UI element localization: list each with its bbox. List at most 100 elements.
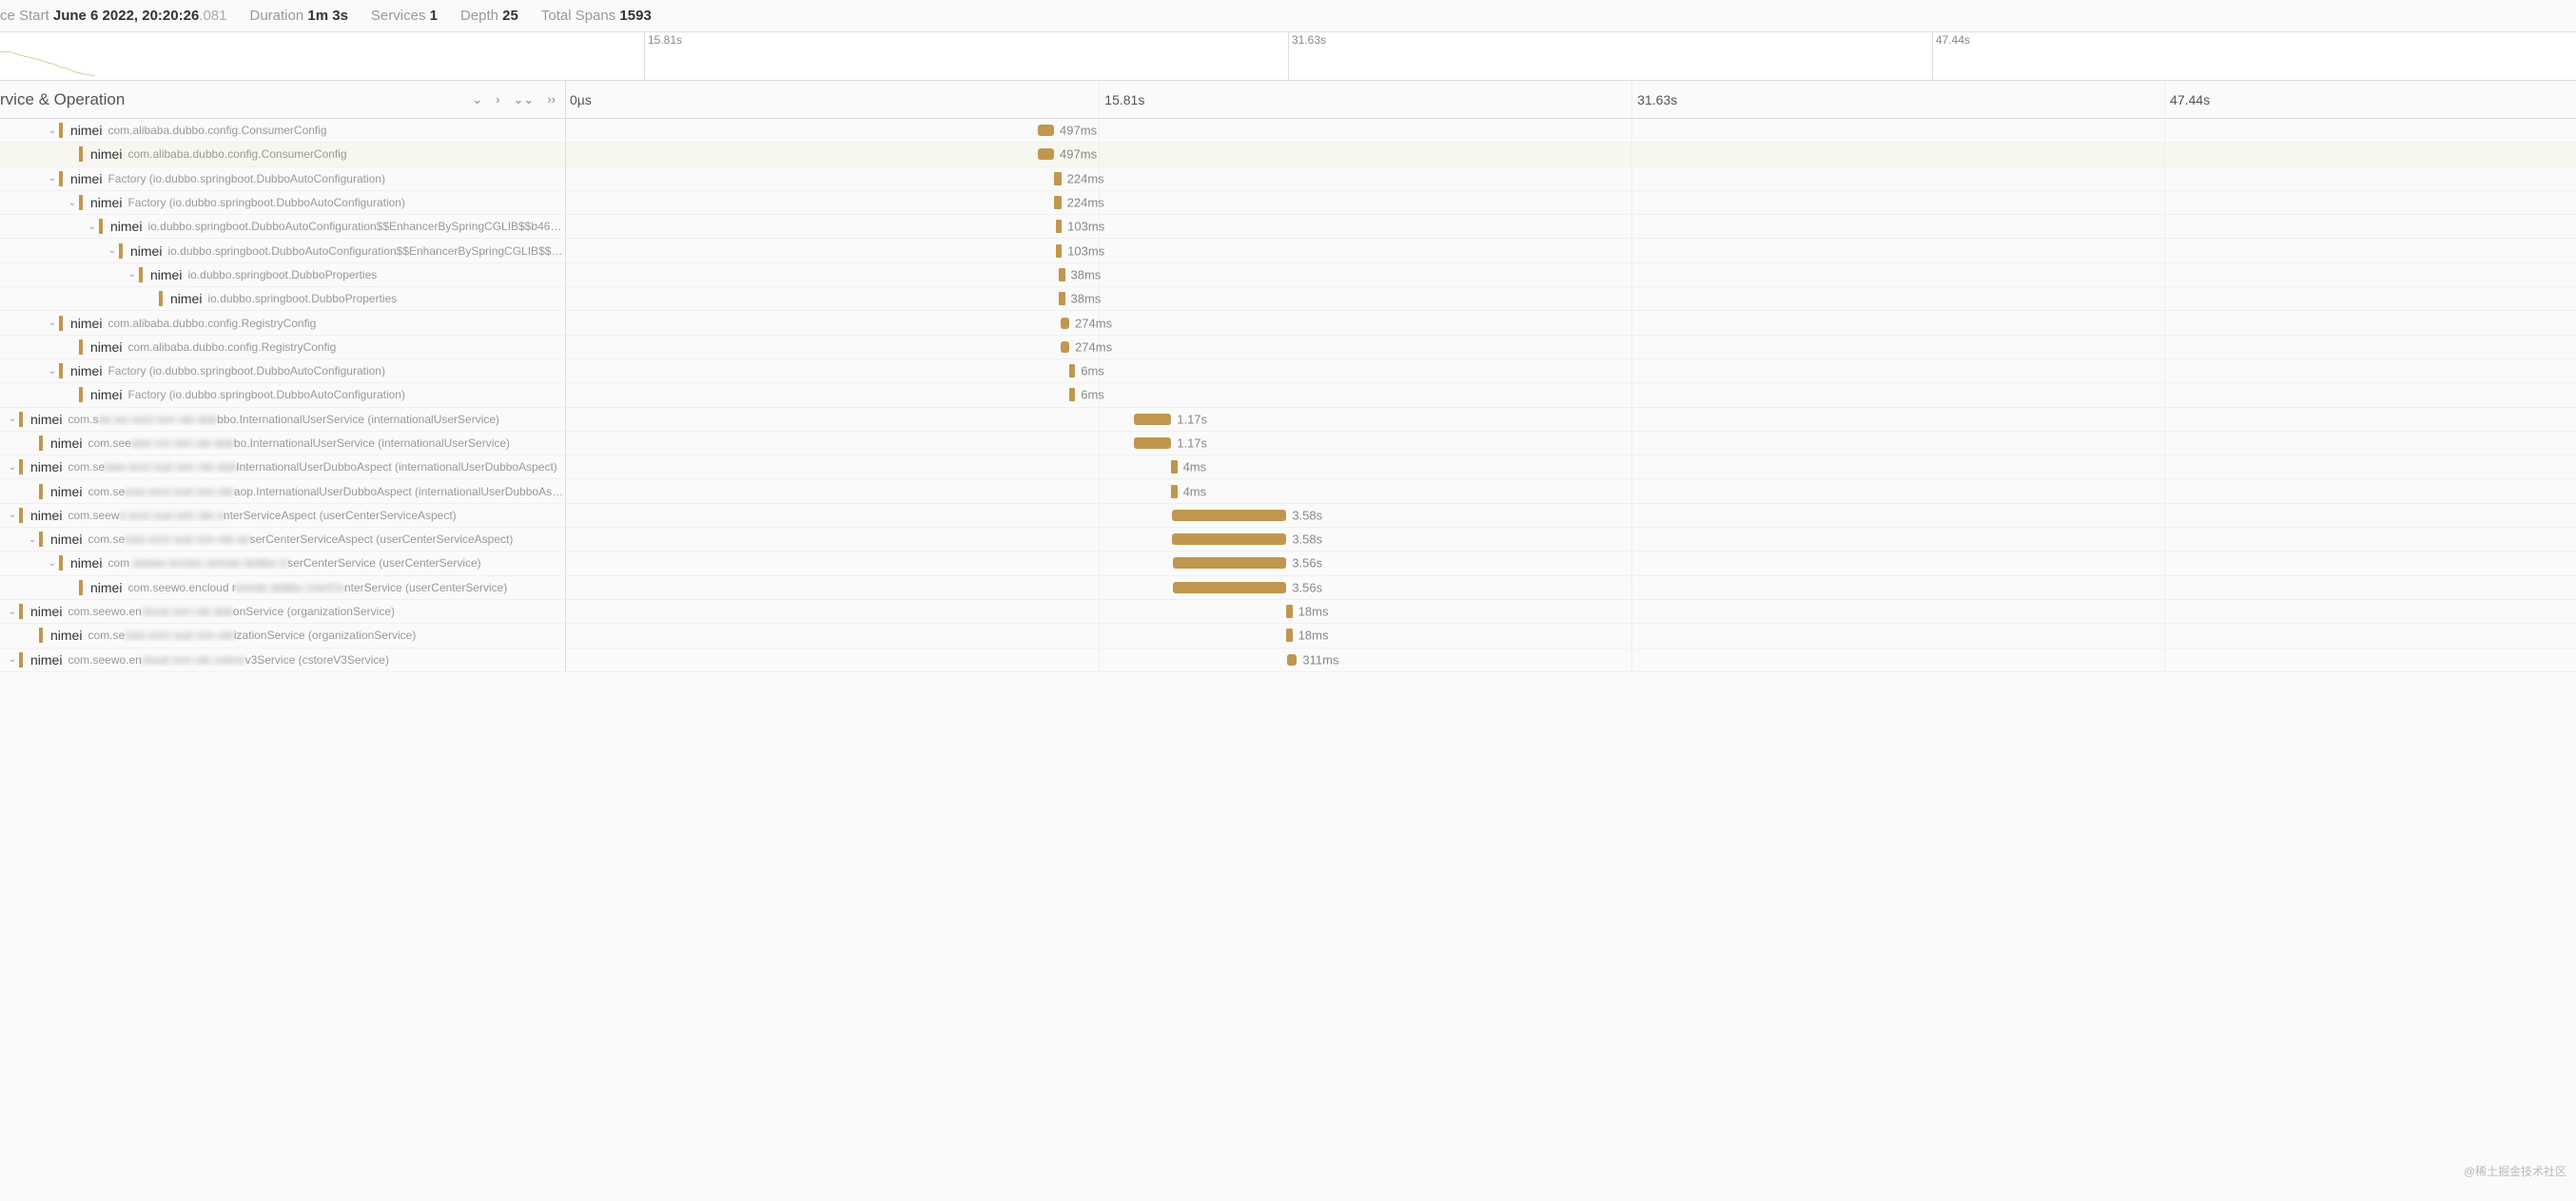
span-row[interactable]: ⌄nimeicom.see wo encl rem ote dubbbo.Int… xyxy=(0,408,2576,432)
span-bar[interactable] xyxy=(1171,460,1177,474)
span-bar[interactable] xyxy=(1069,364,1075,378)
chevron-down-icon[interactable]: ⌄ xyxy=(46,558,59,569)
span-bar[interactable] xyxy=(1061,341,1069,353)
operation-name: com.alibaba.dubbo.config.ConsumerConfig xyxy=(107,124,326,137)
minimap-tick: 15.81s xyxy=(644,32,682,80)
span-timeline-cell: 4ms xyxy=(566,455,2576,478)
span-bar[interactable] xyxy=(1056,220,1062,233)
tree-controls: ⌄ › ⌄⌄ ›› xyxy=(472,92,556,107)
span-bar[interactable] xyxy=(1173,582,1286,593)
chevron-down-icon[interactable]: ⌄ xyxy=(66,198,79,208)
span-duration-label: 38ms xyxy=(1071,292,1102,306)
chevron-down-icon[interactable]: ⌄ xyxy=(26,534,39,545)
span-bar[interactable] xyxy=(1287,654,1297,666)
chevron-down-icon[interactable]: ⌄ xyxy=(106,245,119,256)
trace-start-value: June 6 2022, 20:20:26 xyxy=(53,8,199,24)
span-row[interactable]: ⌄nimeicom.seewo encl oud rem ote aoserCe… xyxy=(0,528,2576,552)
span-row[interactable]: ⌄nimeicom.alibaba.dubbo.config.RegistryC… xyxy=(0,311,2576,335)
service-name: nimei xyxy=(30,652,62,668)
span-bar[interactable] xyxy=(1134,437,1171,449)
chevron-down-icon[interactable]: ⌄ xyxy=(6,510,19,520)
span-bar[interactable] xyxy=(1134,414,1171,425)
span-bar[interactable] xyxy=(1054,196,1062,209)
span-row[interactable]: nimeiFactory (io.dubbo.springboot.DubboA… xyxy=(0,383,2576,407)
operation-name: Factory (io.dubbo.springboot.DubboAutoCo… xyxy=(107,364,385,378)
span-bar[interactable] xyxy=(1172,533,1286,545)
span-timeline-cell: 497ms xyxy=(566,119,2576,142)
minimap-tick: 31.63s xyxy=(1288,32,1326,80)
span-row[interactable]: nimeicom.seewoe ncl rem ote dubbo.Intern… xyxy=(0,432,2576,455)
chevron-down-icon[interactable]: ⌄ xyxy=(6,414,19,424)
span-row[interactable]: ⌄nimeicom.seewo.encloud rem ote dubonSer… xyxy=(0,600,2576,624)
span-row[interactable]: nimeicom.alibaba.dubbo.config.RegistryCo… xyxy=(0,336,2576,359)
span-row[interactable]: ⌄nimeicom seewo enclou remote dubbo User… xyxy=(0,552,2576,575)
span-row[interactable]: ⌄nimeiFactory (io.dubbo.springboot.Dubbo… xyxy=(0,191,2576,215)
expand-right-icon[interactable]: › xyxy=(496,92,499,107)
span-row[interactable]: ⌄nimeiFactory (io.dubbo.springboot.Dubbo… xyxy=(0,167,2576,191)
span-row[interactable]: ⌄nimeicom.seewo encl oud rem ote anterSe… xyxy=(0,504,2576,528)
collapse-all-icon[interactable]: ⌄ xyxy=(472,92,482,107)
chevron-down-icon[interactable]: ⌄ xyxy=(46,173,59,184)
span-row[interactable]: ⌄nimeiio.dubbo.springboot.DubboPropertie… xyxy=(0,263,2576,287)
span-bar[interactable] xyxy=(1286,605,1292,618)
chevron-down-icon[interactable]: ⌄ xyxy=(46,126,59,136)
span-bar[interactable] xyxy=(1056,244,1062,258)
span-duration-label: 6ms xyxy=(1081,388,1104,402)
span-rows: ⌄nimeicom.alibaba.dubbo.config.ConsumerC… xyxy=(0,119,2576,1201)
expand-deep-icon[interactable]: ›› xyxy=(547,92,556,107)
span-bar[interactable] xyxy=(1069,388,1075,401)
service-color-bar xyxy=(19,459,23,475)
minimap[interactable]: 15.81s 31.63s 47.44s xyxy=(0,31,2576,81)
span-bar[interactable] xyxy=(1054,172,1062,185)
chevron-down-icon[interactable]: ⌄ xyxy=(46,366,59,377)
span-bar[interactable] xyxy=(1059,268,1064,281)
span-bar[interactable] xyxy=(1061,318,1069,329)
collapse-deep-icon[interactable]: ⌄⌄ xyxy=(514,92,535,107)
span-duration-label: 3.56s xyxy=(1292,580,1322,594)
span-duration-label: 6ms xyxy=(1081,364,1104,378)
service-name: nimei xyxy=(90,146,122,162)
total-spans-label: Total Spans xyxy=(541,8,615,24)
span-row[interactable]: nimeiio.dubbo.springboot.DubboProperties… xyxy=(0,287,2576,311)
span-timeline-cell: 224ms xyxy=(566,191,2576,214)
service-name: nimei xyxy=(70,555,102,571)
chevron-down-icon[interactable]: ⌄ xyxy=(6,607,19,617)
span-timeline-cell: 3.58s xyxy=(566,528,2576,551)
service-color-bar xyxy=(79,339,83,355)
span-timeline-cell: 497ms xyxy=(566,143,2576,165)
span-row[interactable]: ⌄nimeicom.seewo.encloud rem ote cstorev3… xyxy=(0,649,2576,672)
span-row[interactable]: ⌄nimeicom.alibaba.dubbo.config.ConsumerC… xyxy=(0,119,2576,143)
span-duration-label: 103ms xyxy=(1067,220,1104,234)
span-row[interactable]: ⌄nimeiio.dubbo.springboot.DubboAutoConfi… xyxy=(0,239,2576,262)
span-timeline-cell: 311ms xyxy=(566,649,2576,671)
service-color-bar xyxy=(79,195,83,210)
span-bar[interactable] xyxy=(1038,148,1054,160)
span-row[interactable]: ⌄nimeiFactory (io.dubbo.springboot.Dubbo… xyxy=(0,359,2576,383)
span-bar[interactable] xyxy=(1173,557,1286,569)
chevron-down-icon[interactable]: ⌄ xyxy=(86,222,99,232)
span-bar[interactable] xyxy=(1171,485,1177,498)
service-name: nimei xyxy=(70,171,102,186)
span-bar[interactable] xyxy=(1038,125,1054,136)
service-name: nimei xyxy=(30,412,62,427)
span-row[interactable]: ⌄nimeicom.seewo encl oud rem ote dubInte… xyxy=(0,455,2576,479)
service-name: nimei xyxy=(170,291,202,306)
chevron-down-icon[interactable]: ⌄ xyxy=(6,654,19,665)
service-name: nimei xyxy=(50,484,82,499)
service-name: nimei xyxy=(90,580,122,595)
chevron-down-icon[interactable]: ⌄ xyxy=(126,269,139,280)
span-bar[interactable] xyxy=(1059,292,1064,305)
span-bar[interactable] xyxy=(1286,629,1292,642)
minimap-tick: 47.44s xyxy=(1932,32,1970,80)
span-bar[interactable] xyxy=(1172,510,1286,521)
span-duration-label: 38ms xyxy=(1071,267,1102,281)
span-row[interactable]: nimeicom.seewo.encloud remote dubbo User… xyxy=(0,576,2576,600)
operation-name: com.seewo encl oud rem ote dubInternatio… xyxy=(68,460,556,474)
span-row[interactable]: nimeicom.alibaba.dubbo.config.ConsumerCo… xyxy=(0,143,2576,166)
chevron-down-icon[interactable]: ⌄ xyxy=(6,462,19,473)
chevron-down-icon[interactable]: ⌄ xyxy=(46,318,59,328)
span-row[interactable]: ⌄nimeiio.dubbo.springboot.DubboAutoConfi… xyxy=(0,215,2576,239)
span-row[interactable]: nimeicom.seewo encl oud rem oteaop.Inter… xyxy=(0,479,2576,503)
axis-tick: 0µs xyxy=(570,92,592,107)
span-row[interactable]: nimeicom.seewo encl oud rem oteizationSe… xyxy=(0,624,2576,648)
